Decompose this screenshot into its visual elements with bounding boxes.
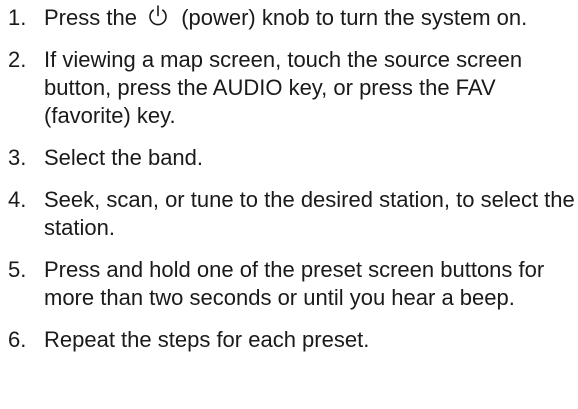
step-6: 6. Repeat the steps for each preset. bbox=[0, 326, 578, 354]
step-4: 4. Seek, scan, or tune to the desired st… bbox=[0, 186, 578, 242]
step-number: 4. bbox=[8, 187, 27, 212]
step-number: 2. bbox=[8, 47, 27, 72]
step-text: Press and hold one of the preset screen … bbox=[44, 257, 545, 310]
instruction-steps: 1. Press the (power) knob to turn the sy… bbox=[0, 0, 578, 354]
step-text: Repeat the steps for each preset. bbox=[44, 327, 370, 352]
step-text-before-icon: Press the bbox=[44, 5, 137, 30]
step-5: 5. Press and hold one of the preset scre… bbox=[0, 256, 578, 312]
step-text: Seek, scan, or tune to the desired stati… bbox=[44, 187, 575, 240]
step-number: 5. bbox=[8, 257, 27, 282]
step-text: Select the band. bbox=[44, 145, 204, 170]
step-text-after-icon: (power) knob to turn the system on. bbox=[181, 5, 528, 30]
step-1: 1. Press the (power) knob to turn the sy… bbox=[0, 4, 578, 32]
step-3: 3. Select the band. bbox=[0, 144, 578, 172]
step-text: If viewing a map screen, touch the sourc… bbox=[44, 47, 523, 128]
step-number: 1. bbox=[8, 5, 27, 30]
step-2: 2. If viewing a map screen, touch the so… bbox=[0, 46, 578, 130]
power-icon bbox=[147, 4, 169, 28]
step-number: 6. bbox=[8, 327, 27, 352]
step-number: 3. bbox=[8, 145, 27, 170]
